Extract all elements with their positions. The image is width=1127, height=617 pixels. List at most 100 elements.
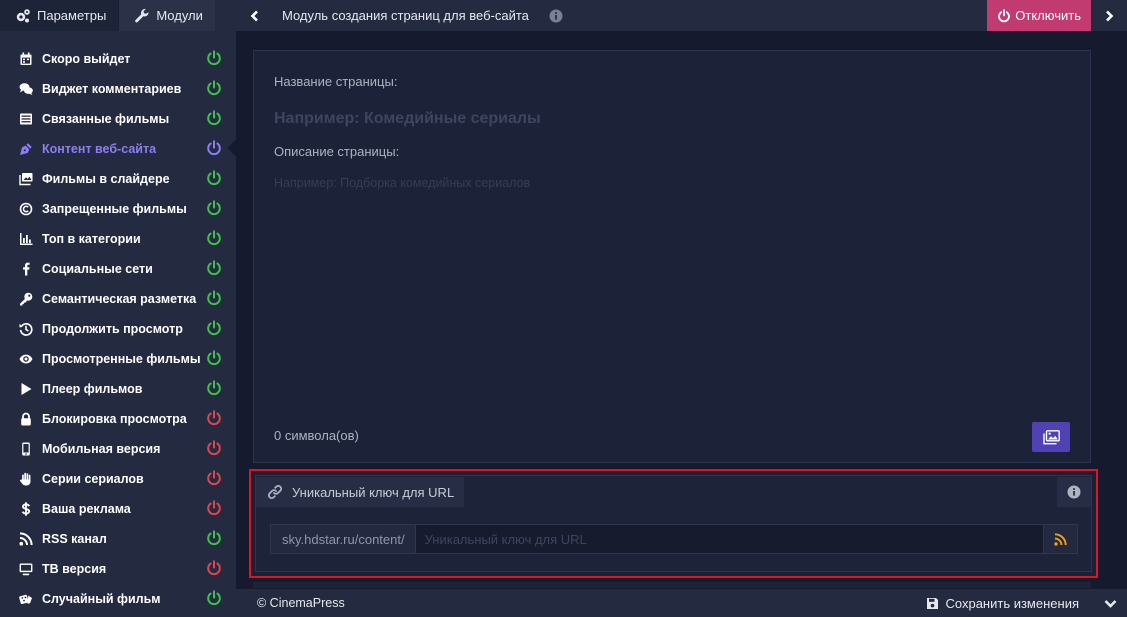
url-prefix: sky.hdstar.ru/content/ xyxy=(271,525,416,553)
list-icon xyxy=(18,111,34,127)
sidebar-item[interactable]: Просмотренные фильмы xyxy=(0,344,236,374)
power-toggle-icon[interactable] xyxy=(206,109,222,129)
sidebar-item[interactable]: Связанные фильмы xyxy=(0,104,236,134)
character-counter: 0 символа(ов) xyxy=(274,428,359,443)
url-key-header: Уникальный ключ для URL xyxy=(256,477,464,507)
url-key-input[interactable] xyxy=(415,525,1043,553)
calendar-icon xyxy=(18,51,34,67)
page-description-label: Описание страницы: xyxy=(274,144,400,159)
sidebar-item[interactable]: RSS канал xyxy=(0,524,236,554)
power-toggle-icon[interactable] xyxy=(206,499,222,519)
power-toggle-icon[interactable] xyxy=(206,409,222,429)
dollar-icon xyxy=(18,501,34,517)
tv-icon xyxy=(18,561,34,577)
sidebar-item-label: Мобильная версия xyxy=(42,442,161,456)
power-toggle-icon[interactable] xyxy=(206,289,222,309)
chevron-left-icon xyxy=(250,10,258,21)
tab-parameters-label: Параметры xyxy=(37,8,107,23)
rss-icon xyxy=(1054,532,1067,546)
power-toggle-icon[interactable] xyxy=(206,439,222,459)
comments-icon xyxy=(18,81,34,97)
gears-icon xyxy=(16,8,30,22)
sidebar-item[interactable]: Семантическая разметка xyxy=(0,284,236,314)
sidebar-item-label: Ваша реклама xyxy=(42,502,131,516)
chart-bar-icon xyxy=(18,231,34,247)
sidebar-item-label: Случайный фильм xyxy=(42,592,161,606)
page-title: Модуль создания страниц для веб-сайта xyxy=(282,8,529,23)
sidebar: Параметры Модули Скоро выйдет Виджет комм… xyxy=(0,0,236,617)
back-button[interactable] xyxy=(236,0,274,31)
sidebar-item-label: Топ в категории xyxy=(42,232,141,246)
copyright: © CinemaPress xyxy=(257,596,345,610)
power-toggle-icon[interactable] xyxy=(206,559,222,579)
rss-button[interactable] xyxy=(1043,525,1077,553)
power-toggle-icon[interactable] xyxy=(206,349,222,369)
sidebar-item[interactable]: Скоро выйдет xyxy=(0,44,236,74)
power-toggle-icon[interactable] xyxy=(206,319,222,339)
collapse-button[interactable] xyxy=(1093,589,1127,617)
sidebar-item[interactable]: Ваша реклама xyxy=(0,494,236,524)
tab-parameters[interactable]: Параметры xyxy=(0,0,119,31)
sidebar-item[interactable]: Контент веб-сайта xyxy=(0,134,236,164)
power-toggle-icon[interactable] xyxy=(206,169,222,189)
images-icon xyxy=(1042,429,1060,444)
module-list: Скоро выйдет Виджет комментариев Связанные… xyxy=(0,44,236,614)
page-name-input[interactable] xyxy=(274,107,1064,131)
sidebar-item[interactable]: Серии сериалов xyxy=(0,464,236,494)
save-changes-button[interactable]: Сохранить изменения xyxy=(926,595,1080,611)
sidebar-item[interactable]: Мобильная версия xyxy=(0,434,236,464)
power-toggle-icon[interactable] xyxy=(206,259,222,279)
info-icon[interactable] xyxy=(549,9,563,23)
power-toggle-icon[interactable] xyxy=(206,379,222,399)
url-key-info-button[interactable] xyxy=(1057,477,1091,507)
sidebar-item-label: Скоро выйдет xyxy=(42,52,131,66)
sidebar-item-label: RSS канал xyxy=(42,532,107,546)
next-button[interactable] xyxy=(1091,0,1127,31)
sidebar-item[interactable]: Плеер фильмов xyxy=(0,374,236,404)
power-toggle-icon[interactable] xyxy=(206,139,222,159)
sidebar-item[interactable]: Блокировка просмотра xyxy=(0,404,236,434)
sidebar-item-label: Фильмы в слайдере xyxy=(42,172,170,186)
history-icon xyxy=(18,321,34,337)
sidebar-item-label: Блокировка просмотра xyxy=(42,412,187,426)
mobile-icon xyxy=(18,441,34,457)
facebook-icon xyxy=(18,261,34,277)
power-toggle-icon[interactable] xyxy=(206,589,222,609)
power-toggle-icon[interactable] xyxy=(206,529,222,549)
power-toggle-icon[interactable] xyxy=(206,49,222,69)
insert-image-button[interactable] xyxy=(1032,422,1070,452)
dice-icon xyxy=(18,591,34,607)
sidebar-item[interactable]: Случайный фильм xyxy=(0,584,236,614)
sidebar-item[interactable]: Социальные сети xyxy=(0,254,236,284)
power-toggle-icon[interactable] xyxy=(206,199,222,219)
disable-module-button[interactable]: Отключить xyxy=(987,0,1091,31)
sidebar-item[interactable]: Виджет комментариев xyxy=(0,74,236,104)
sidebar-item[interactable]: Топ в категории xyxy=(0,224,236,254)
sidebar-item[interactable]: Продолжить просмотр xyxy=(0,314,236,344)
floppy-disk-icon xyxy=(926,597,938,609)
sidebar-item-label: Виджет комментариев xyxy=(42,82,182,96)
sidebar-item[interactable]: ТВ версия xyxy=(0,554,236,584)
sidebar-item-label: Продолжить просмотр xyxy=(42,322,183,336)
power-toggle-icon[interactable] xyxy=(206,229,222,249)
power-toggle-icon[interactable] xyxy=(206,79,222,99)
power-toggle-icon[interactable] xyxy=(206,469,222,489)
url-key-label: Уникальный ключ для URL xyxy=(292,484,455,500)
url-key-section: Уникальный ключ для URL sky.hdstar.ru/co… xyxy=(249,469,1098,578)
save-changes-label: Сохранить изменения xyxy=(945,595,1080,611)
url-key-panel: Уникальный ключ для URL sky.hdstar.ru/co… xyxy=(255,475,1092,572)
footer: © CinemaPress Сохранить изменения xyxy=(236,589,1127,617)
hand-icon xyxy=(18,471,34,487)
eye-icon xyxy=(18,351,34,367)
sidebar-item[interactable]: Фильмы в слайдере xyxy=(0,164,236,194)
sidebar-item[interactable]: Запрещенные фильмы xyxy=(0,194,236,224)
sidebar-item-label: Плеер фильмов xyxy=(42,382,143,396)
top-bar: Модуль создания страниц для веб-сайта От… xyxy=(236,0,1127,31)
link-icon xyxy=(268,485,282,499)
tab-modules[interactable]: Модули xyxy=(118,0,215,31)
play-icon xyxy=(18,381,34,397)
wrench-icon xyxy=(135,8,149,22)
page-description-input[interactable] xyxy=(274,173,1064,193)
info-icon xyxy=(1067,485,1081,499)
sidebar-item-label: Запрещенные фильмы xyxy=(42,202,187,216)
